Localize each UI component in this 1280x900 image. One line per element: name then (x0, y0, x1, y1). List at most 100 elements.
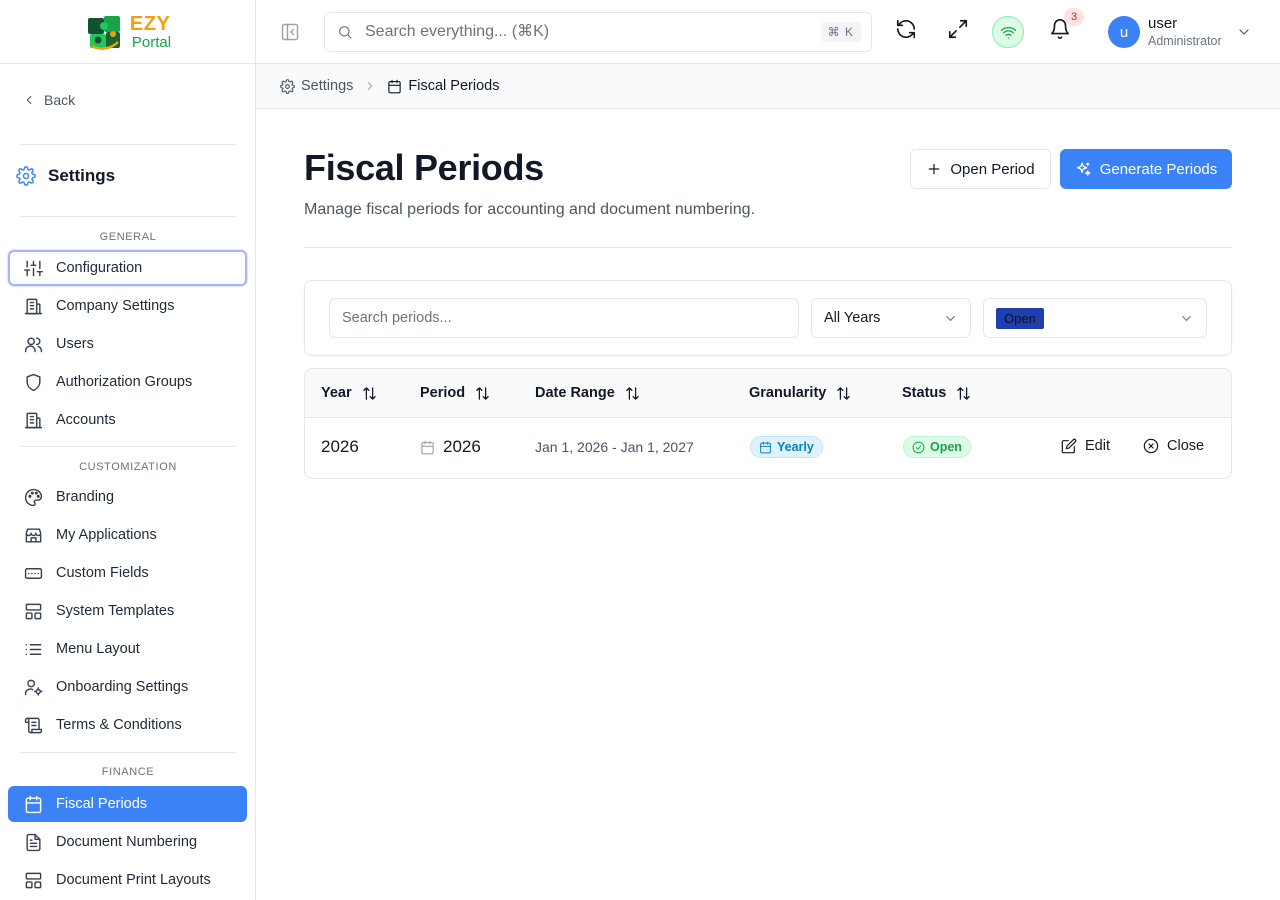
header-divider (304, 247, 1232, 248)
year-select-value: All Years (824, 310, 881, 326)
sidebar: EZY Portal Back Settings GENERAL Configu… (0, 0, 256, 900)
building-icon (24, 412, 43, 428)
cell-period: 2026 (420, 437, 481, 457)
column-header-granularity[interactable]: Granularity (749, 385, 851, 401)
column-header-label: Granularity (749, 385, 827, 401)
section-label-customization: CUSTOMIZATION (79, 461, 177, 473)
topbar: ⌘ K 3 u user Administrator (256, 0, 1280, 64)
connection-status-button[interactable] (992, 16, 1024, 48)
open-period-label: Open Period (950, 160, 1035, 178)
sidebar-item-fiscal-periods[interactable]: Fiscal Periods (8, 786, 247, 822)
gear-icon (16, 166, 36, 186)
search-shortcut-hint: ⌘ K (820, 22, 861, 42)
sidebar-item-terms-conditions[interactable]: Terms & Conditions (8, 707, 247, 743)
sort-icon (476, 386, 489, 400)
sidebar-item-custom-fields[interactable]: Custom Fields (8, 555, 247, 591)
breadcrumb-label: Settings (301, 78, 354, 94)
app-logo[interactable]: EZY Portal (84, 12, 171, 52)
breadcrumb-fiscal-periods: Fiscal Periods (387, 78, 499, 94)
user-menu-toggle[interactable] (1236, 24, 1252, 40)
sidebar-item-menu-layout[interactable]: Menu Layout (8, 631, 247, 667)
notification-count-badge: 3 (1064, 8, 1084, 26)
sliders-icon (24, 260, 43, 276)
fullscreen-button[interactable] (947, 18, 969, 40)
sidebar-item-users[interactable]: Users (8, 326, 247, 362)
status-select-chip: Open (996, 307, 1044, 329)
sort-icon (626, 386, 639, 400)
sparkles-icon (1076, 161, 1091, 176)
panel-left-close-icon (281, 23, 299, 41)
close-period-button[interactable]: Close (1143, 438, 1204, 454)
sort-icon (957, 386, 971, 400)
calendar-icon (760, 441, 771, 453)
sort-icon (362, 386, 376, 400)
sidebar-item-authorization-groups[interactable]: Authorization Groups (8, 364, 247, 400)
column-header-date-range[interactable]: Date Range (535, 385, 640, 401)
avatar[interactable]: u (1108, 16, 1140, 48)
sidebar-item-label: Company Settings (56, 298, 175, 314)
calendar-icon (25, 795, 42, 813)
close-label: Close (1167, 438, 1205, 454)
generate-periods-button[interactable]: Generate Periods (1060, 149, 1232, 189)
palette-icon (24, 488, 43, 506)
layout-icon (25, 603, 42, 619)
sidebar-item-branding[interactable]: Branding (8, 479, 247, 515)
status-label: Open (930, 440, 962, 454)
sidebar-item-my-applications[interactable]: My Applications (8, 517, 247, 553)
calendar-icon (421, 440, 434, 454)
column-header-year[interactable]: Year (321, 385, 377, 401)
global-search[interactable]: ⌘ K (324, 12, 872, 52)
sidebar-item-label: System Templates (56, 603, 175, 619)
chevron-right-icon (368, 81, 373, 91)
table-header: Year Period Date Range Granularity Statu… (305, 369, 1231, 418)
x-circle-icon (1143, 438, 1159, 454)
sidebar-item-label: Authorization Groups (56, 374, 193, 390)
generate-periods-label: Generate Periods (1099, 160, 1218, 178)
sidebar-item-label: Fiscal Periods (56, 796, 148, 812)
settings-heading: Settings (16, 166, 115, 186)
breadcrumb-settings[interactable]: Settings (280, 78, 353, 94)
column-header-label: Status (902, 385, 947, 401)
sidebar-item-accounts[interactable]: Accounts (8, 402, 247, 438)
column-header-status[interactable]: Status (902, 385, 971, 401)
sidebar-divider (20, 446, 236, 447)
sidebar-item-configuration[interactable]: Configuration (8, 250, 247, 286)
sidebar-toggle-button[interactable] (280, 22, 300, 42)
scroll-icon (24, 717, 43, 733)
shield-icon (26, 373, 41, 391)
status-select[interactable]: Open (983, 298, 1207, 338)
chevron-down-icon (1182, 316, 1191, 321)
sidebar-item-label: Onboarding Settings (56, 679, 189, 695)
section-label-general: GENERAL (99, 231, 157, 243)
edit-button[interactable]: Edit (1061, 438, 1110, 454)
sidebar-item-document-numbering[interactable]: Document Numbering (8, 824, 247, 860)
global-search-input[interactable] (365, 23, 805, 41)
page-title: Fiscal Periods (304, 147, 544, 188)
breadcrumb-label: Fiscal Periods (408, 78, 500, 94)
sidebar-item-company-settings[interactable]: Company Settings (8, 288, 247, 324)
sidebar-item-label: Custom Fields (56, 565, 149, 581)
table-row[interactable]: 2026 2026 Jan 1, 2026 - Jan 1, 2027 Year… (305, 418, 1231, 478)
user-role: Administrator (1148, 34, 1222, 48)
year-select[interactable]: All Years (811, 298, 971, 338)
sidebar-item-system-templates[interactable]: System Templates (8, 593, 247, 629)
back-link[interactable]: Back (22, 92, 75, 108)
user-menu[interactable]: user Administrator (1148, 15, 1222, 49)
refresh-button[interactable] (895, 18, 917, 40)
granularity-badge: Yearly (750, 436, 823, 458)
search-icon (339, 26, 352, 39)
sidebar-item-label: Document Print Layouts (56, 872, 211, 888)
sidebar-item-label: My Applications (56, 527, 157, 543)
period-search-input[interactable] (329, 298, 799, 338)
wifi-icon (1000, 26, 1016, 39)
list-icon (25, 643, 42, 655)
filter-bar: All Years Open (304, 280, 1232, 356)
sidebar-item-onboarding-settings[interactable]: Onboarding Settings (8, 669, 247, 705)
gear-icon (280, 78, 295, 94)
sidebar-item-document-print-layouts[interactable]: Document Print Layouts (8, 862, 247, 898)
open-period-button[interactable]: Open Period (910, 149, 1051, 189)
store-icon (25, 527, 42, 543)
edit-label: Edit (1085, 438, 1110, 454)
sidebar-item-label: Branding (56, 489, 115, 505)
column-header-period[interactable]: Period (420, 385, 490, 401)
